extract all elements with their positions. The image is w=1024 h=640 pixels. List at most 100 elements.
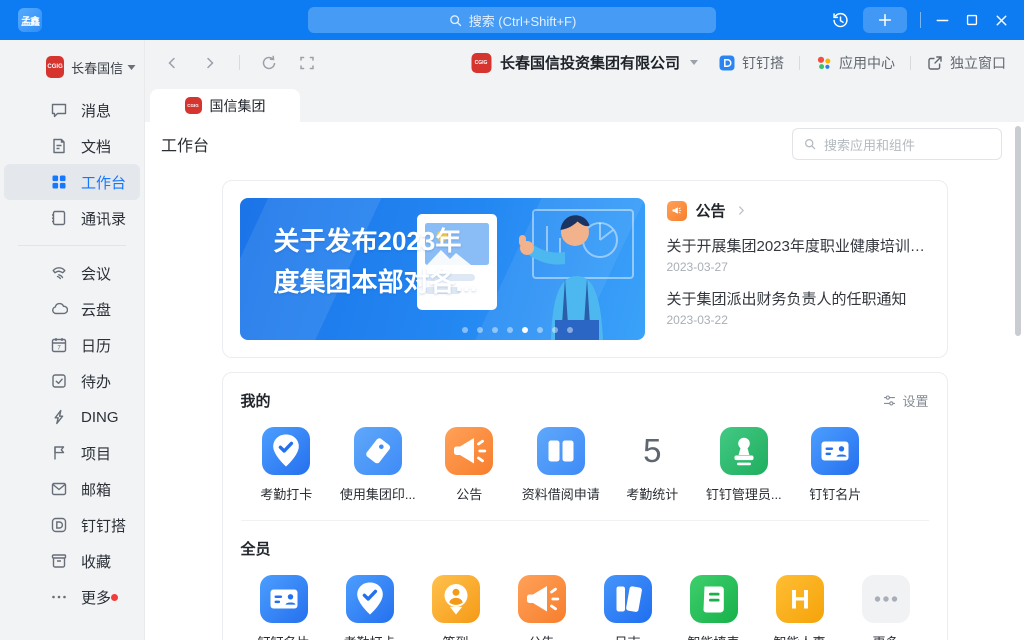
carousel-dot[interactable]	[522, 327, 528, 333]
app-label: 钉钉名片	[257, 632, 309, 640]
minimize-icon[interactable]	[934, 12, 951, 29]
sidebar-item-meeting[interactable]: 会议	[4, 255, 140, 291]
todo-icon	[50, 372, 68, 390]
org-switcher[interactable]: CGIG 长春国信...	[0, 50, 144, 92]
sidebar-item-contacts[interactable]: 通讯录	[4, 200, 140, 236]
app-label: 钉钉管理员...	[706, 484, 782, 503]
sidebar-item-todo[interactable]: 待办	[4, 363, 140, 399]
announcement-panel: 公告 关于开展集团2023年度职业健康培训的通知 2023-03-27 关于集团派…	[645, 198, 930, 340]
sidebar-item-drive[interactable]: 云盘	[4, 291, 140, 327]
megaphone-icon	[445, 427, 493, 475]
settings-button[interactable]: 设置	[882, 391, 928, 410]
app-search-input[interactable]: 搜索应用和组件	[792, 128, 1002, 160]
carousel-dot[interactable]	[552, 327, 558, 333]
nav-link-appcenter[interactable]: 应用中心	[815, 53, 895, 73]
search-icon	[448, 13, 463, 28]
scrollbar[interactable]	[1015, 126, 1021, 336]
company-selector[interactable]: CGIG 长春国信投资集团有限公司	[471, 52, 698, 73]
mail-icon	[50, 480, 68, 498]
close-icon[interactable]	[993, 12, 1010, 29]
app-item[interactable]: 考勤打卡	[327, 575, 413, 640]
sidebar-item-workbench[interactable]: 工作台	[4, 164, 140, 200]
announcement-header[interactable]: 公告	[667, 200, 926, 221]
megaphone-icon	[667, 201, 687, 221]
announcement-item-title: 关于集团派出财务负责人的任职通知	[667, 288, 926, 309]
app-item[interactable]: H智能人事	[757, 575, 843, 640]
sidebar-item-favorites[interactable]: 收藏	[4, 543, 140, 579]
carousel-dot[interactable]	[462, 327, 468, 333]
app-item[interactable]: 钉钉管理员...	[698, 427, 790, 503]
dingbuild-blue-icon	[718, 54, 736, 72]
tab-bar: CGIG 国信集团	[145, 85, 1024, 122]
tag-icon	[354, 427, 402, 475]
sidebar-item-more[interactable]: 更多	[4, 579, 140, 615]
tab-guoxin-group[interactable]: CGIG 国信集团	[150, 89, 300, 122]
grid-icon	[50, 173, 68, 191]
global-search-input[interactable]: 搜索 (Ctrl+Shift+F)	[308, 7, 716, 33]
app-item[interactable]: 公告	[424, 427, 516, 503]
apps-row: 考勤打卡 使用集团印...公告资料借阅申请5考勤统计钉钉管理员... 钉钉名片	[241, 427, 929, 503]
journal-icon	[604, 575, 652, 623]
app-item[interactable]: 资料借阅申请	[515, 427, 607, 503]
nav-link-dingbuild[interactable]: 钉钉搭	[718, 53, 784, 73]
app-item[interactable]: 智能填表	[671, 575, 757, 640]
book-icon	[50, 209, 68, 227]
sidebar-item-label: 收藏	[81, 551, 111, 572]
sidebar-item-messages[interactable]: 消息	[4, 92, 140, 128]
app-item[interactable]: 签到	[413, 575, 499, 640]
nav-divider	[799, 56, 800, 70]
sidebar-item-label: 通讯录	[81, 208, 126, 229]
phone-icon	[50, 264, 68, 282]
announcement-item[interactable]: 关于开展集团2023年度职业健康培训的通知 2023-03-27	[667, 235, 926, 274]
app-item[interactable]: 钉钉名片	[241, 575, 327, 640]
box-icon	[50, 552, 68, 570]
navbar: CGIG 长春国信投资集团有限公司 钉钉搭 应用中心 独立窗口	[145, 40, 1024, 85]
plus-icon[interactable]	[863, 7, 907, 33]
settings-label: 设置	[902, 391, 928, 410]
forward-icon[interactable]	[201, 54, 219, 72]
carousel-dot[interactable]	[507, 327, 513, 333]
apps-row: 钉钉名片 考勤打卡签到公告日志智能填表H智能人事更多	[241, 575, 929, 640]
stamp-icon	[720, 427, 768, 475]
app-label: 智能人事	[773, 632, 825, 640]
flag-icon	[50, 444, 68, 462]
maximize-icon[interactable]	[964, 12, 980, 28]
sidebar-item-dingbuild[interactable]: 钉钉搭	[4, 507, 140, 543]
carousel-dot[interactable]	[492, 327, 498, 333]
app-item[interactable]: 使用集团印...	[332, 427, 424, 503]
announcement-item[interactable]: 关于集团派出财务负责人的任职通知 2023-03-22	[667, 288, 926, 327]
dingbuild-icon	[50, 516, 68, 534]
banner-carousel[interactable]: 关于发布2023年 度集团本部对各...	[240, 198, 645, 340]
app-item[interactable]: 5考勤统计	[607, 427, 699, 503]
announcement-card: 关于发布2023年 度集团本部对各... 公告	[222, 180, 948, 358]
sidebar-item-calendar[interactable]: 7 日历	[4, 327, 140, 363]
app-item[interactable]: 更多	[843, 575, 929, 640]
history-icon[interactable]	[831, 11, 850, 30]
back-icon[interactable]	[163, 54, 181, 72]
lightning-icon	[50, 408, 68, 426]
sidebar-item-ding[interactable]: DING	[4, 399, 140, 435]
refresh-icon[interactable]	[260, 54, 278, 72]
sidebar-item-project[interactable]: 项目	[4, 435, 140, 471]
sidebar-item-mail[interactable]: 邮箱	[4, 471, 140, 507]
app-item[interactable]: 公告	[499, 575, 585, 640]
svg-text:7: 7	[57, 344, 61, 351]
app-item[interactable]: 钉钉名片	[790, 427, 882, 503]
app-label: 考勤打卡	[260, 484, 312, 503]
carousel-dot[interactable]	[477, 327, 483, 333]
user-avatar[interactable]: 孟鑫	[18, 8, 42, 32]
sidebar-item-docs[interactable]: 文档	[4, 128, 140, 164]
sidebar-divider	[18, 245, 126, 246]
chevron-down-icon	[127, 64, 136, 71]
announcement-item-date: 2023-03-27	[667, 260, 926, 274]
carousel-dot[interactable]	[567, 327, 573, 333]
nav-link-standalone[interactable]: 独立窗口	[926, 53, 1006, 73]
person-pin-icon	[432, 575, 480, 623]
section-title: 我的	[241, 390, 271, 411]
sidebar-item-label: 消息	[81, 100, 111, 121]
app-item[interactable]: 日志	[585, 575, 671, 640]
fullscreen-icon[interactable]	[298, 54, 316, 72]
carousel-dot[interactable]	[537, 327, 543, 333]
nav-link-label: 应用中心	[839, 53, 895, 73]
app-item[interactable]: 考勤打卡	[241, 427, 333, 503]
